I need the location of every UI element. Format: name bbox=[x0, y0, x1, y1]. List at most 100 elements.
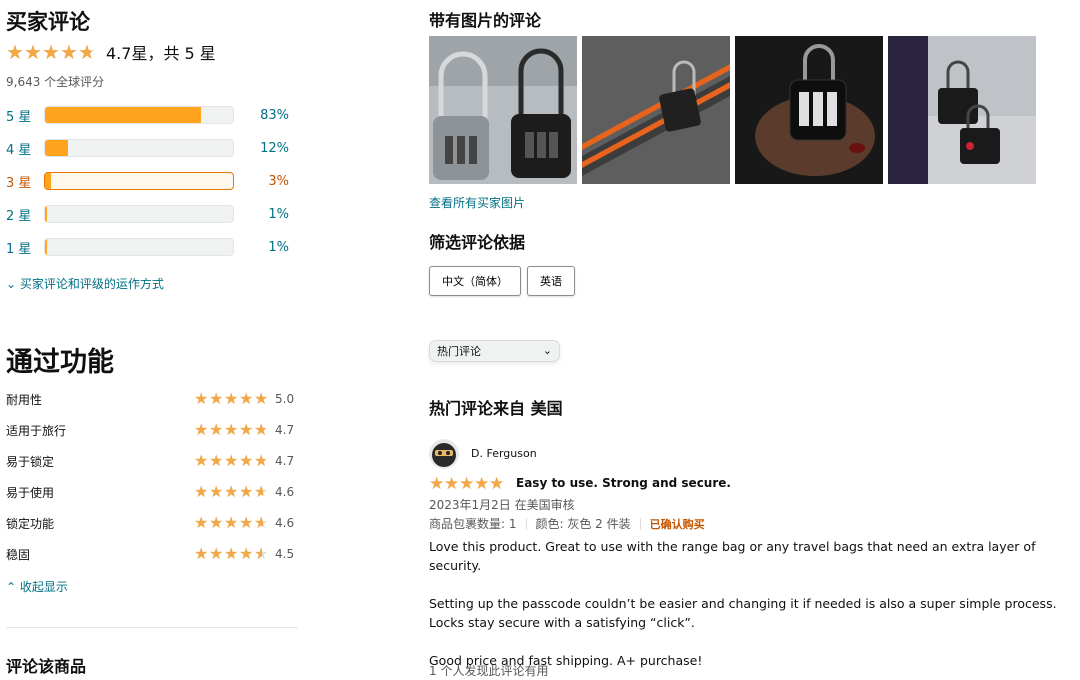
star-icon: ★ ★ bbox=[209, 513, 224, 532]
feature-row: 锁定功能 ★ ★ ★ ★ ★ ★ ★ ★ ★ ★ 4.6 bbox=[6, 513, 302, 533]
histogram-label: 3 星 bbox=[6, 175, 32, 191]
reviewer-avatar[interactable] bbox=[429, 439, 459, 469]
feature-score: 4.7 bbox=[275, 423, 295, 437]
review-photo-2[interactable] bbox=[582, 36, 730, 184]
star-fill: ★ bbox=[6, 42, 24, 62]
chevron-down-icon: ⌄ bbox=[6, 277, 17, 291]
histogram-percent: 12% bbox=[260, 140, 289, 156]
star-icon: ★ ★ bbox=[254, 544, 269, 563]
star-fill: ★ bbox=[224, 515, 239, 531]
star-fill: ★ bbox=[194, 453, 209, 469]
locks-on-suitcase-photo-image bbox=[888, 36, 1036, 184]
helpful-count: 1 个人发现此评论有用 bbox=[429, 664, 549, 678]
histogram-label: 2 星 bbox=[6, 208, 32, 224]
feature-stars: ★ ★ ★ ★ ★ ★ ★ ★ ★ ★ bbox=[194, 391, 269, 407]
histogram-fill bbox=[45, 140, 68, 156]
top-reviews-heading: 热门评论来自 美国 bbox=[429, 399, 563, 418]
star-icon: ★ ★ bbox=[254, 389, 269, 408]
filter-reviews-heading: 筛选评论依据 bbox=[429, 233, 526, 252]
histogram-percent: 1% bbox=[268, 239, 289, 255]
star-fill: ★ bbox=[194, 515, 209, 531]
histogram-label: 5 星 bbox=[6, 109, 32, 125]
star-fill: ★ bbox=[239, 546, 254, 562]
padlock-photo-image bbox=[429, 36, 577, 184]
star-fill: ★ bbox=[239, 484, 254, 500]
histogram-percent: 83% bbox=[260, 107, 289, 123]
star-fill: ★ bbox=[194, 422, 209, 438]
feature-row: 适用于旅行 ★ ★ ★ ★ ★ ★ ★ ★ ★ ★ 4.7 bbox=[6, 420, 302, 440]
star-icon: ★ ★ bbox=[254, 420, 269, 439]
feature-stars: ★ ★ ★ ★ ★ ★ ★ ★ ★ ★ bbox=[194, 515, 269, 531]
star-icon: ★ ★ bbox=[224, 513, 239, 532]
see-all-customer-images-link[interactable]: 查看所有买家图片 bbox=[429, 194, 525, 211]
filter-english-button[interactable]: 英语 bbox=[527, 266, 575, 296]
star-icon: ★ ★ bbox=[224, 482, 239, 501]
star-fill: ★ bbox=[194, 391, 209, 407]
histogram-percent: 3% bbox=[268, 173, 289, 189]
chevron-down-icon: ⌄ bbox=[542, 344, 552, 357]
feature-score: 4.7 bbox=[275, 454, 295, 468]
star-fill: ★ bbox=[474, 476, 489, 493]
star-fill: ★ bbox=[209, 391, 224, 407]
average-stars: ★ ★ ★ ★ ★ ★ ★ ★ ★ ★ bbox=[6, 42, 96, 62]
star-icon: ★ ★ bbox=[224, 451, 239, 470]
verified-purchase-badge: 已确认购买 bbox=[649, 517, 705, 531]
sort-selected-value: 热门评论 bbox=[437, 345, 481, 358]
histogram-bar bbox=[44, 106, 234, 124]
star-icon: ★ ★ bbox=[429, 474, 445, 494]
star-fill: ★ bbox=[209, 422, 224, 438]
star-icon: ★ ★ bbox=[239, 482, 254, 501]
review-photo-3[interactable] bbox=[735, 36, 883, 184]
star-fill: ★ bbox=[254, 422, 265, 438]
filter-chinese-button[interactable]: 中文（简体） bbox=[429, 266, 521, 296]
customer-reviews-heading: 买家评论 bbox=[6, 10, 90, 34]
star-icon: ★ ★ bbox=[489, 474, 505, 494]
by-feature-heading: 通过功能 bbox=[6, 347, 114, 378]
star-fill: ★ bbox=[429, 476, 444, 493]
star-fill: ★ bbox=[194, 484, 209, 500]
star-fill: ★ bbox=[459, 476, 474, 493]
feature-name: 耐用性 bbox=[6, 392, 43, 407]
star-icon: ★ ★ bbox=[239, 420, 254, 439]
histogram-fill bbox=[45, 173, 51, 189]
feature-score: 4.5 bbox=[275, 547, 295, 561]
star-icon: ★ ★ bbox=[194, 513, 209, 532]
variant-color[interactable]: 颜色: 灰色 2 件装 bbox=[536, 515, 631, 532]
histogram-row-3[interactable]: 3 星 3% bbox=[6, 172, 296, 191]
review-body: Love this product. Great to use with the… bbox=[429, 537, 1079, 680]
histogram-fill bbox=[45, 239, 47, 255]
collapse-features-link[interactable]: ⌃ 收起显示 bbox=[6, 578, 68, 595]
star-fill: ★ bbox=[24, 42, 42, 62]
avatar-image bbox=[429, 439, 459, 469]
feature-stars: ★ ★ ★ ★ ★ ★ ★ ★ ★ ★ bbox=[194, 422, 269, 438]
star-icon: ★ ★ bbox=[42, 40, 60, 64]
reviewer-name[interactable]: D. Ferguson bbox=[471, 447, 537, 460]
star-icon: ★ ★ bbox=[254, 513, 269, 532]
star-fill: ★ bbox=[489, 476, 504, 493]
histogram-row-4[interactable]: 4 星 12% bbox=[6, 139, 296, 158]
star-fill: ★ bbox=[209, 546, 224, 562]
review-stars[interactable]: ★ ★ ★ ★ ★ ★ ★ ★ ★ ★ bbox=[429, 476, 504, 493]
star-icon: ★ ★ bbox=[254, 482, 269, 501]
star-icon: ★ ★ bbox=[224, 420, 239, 439]
star-fill: ★ bbox=[254, 546, 262, 562]
histogram-row-5[interactable]: 5 星 83% bbox=[6, 106, 296, 125]
review-title[interactable]: Easy to use. Strong and secure. bbox=[516, 476, 731, 490]
meta-separator bbox=[639, 517, 641, 530]
star-icon: ★ ★ bbox=[209, 420, 224, 439]
review-photo-1[interactable] bbox=[429, 36, 577, 184]
review-photo-4[interactable] bbox=[888, 36, 1036, 184]
star-fill: ★ bbox=[60, 42, 78, 62]
star-icon: ★ ★ bbox=[239, 389, 254, 408]
how-ratings-work-link[interactable]: ⌄ 买家评论和评级的运作方式 bbox=[6, 275, 164, 292]
feature-name: 易于锁定 bbox=[6, 454, 55, 469]
star-icon: ★ ★ bbox=[239, 451, 254, 470]
star-fill: ★ bbox=[239, 422, 254, 438]
histogram-row-2[interactable]: 2 星 1% bbox=[6, 205, 296, 224]
sort-dropdown[interactable]: 热门评论 ⌄ bbox=[429, 340, 560, 362]
star-fill: ★ bbox=[224, 422, 239, 438]
star-fill: ★ bbox=[209, 484, 224, 500]
histogram-row-1[interactable]: 1 星 1% bbox=[6, 238, 296, 257]
star-fill: ★ bbox=[209, 453, 224, 469]
histogram-bar bbox=[44, 139, 234, 157]
